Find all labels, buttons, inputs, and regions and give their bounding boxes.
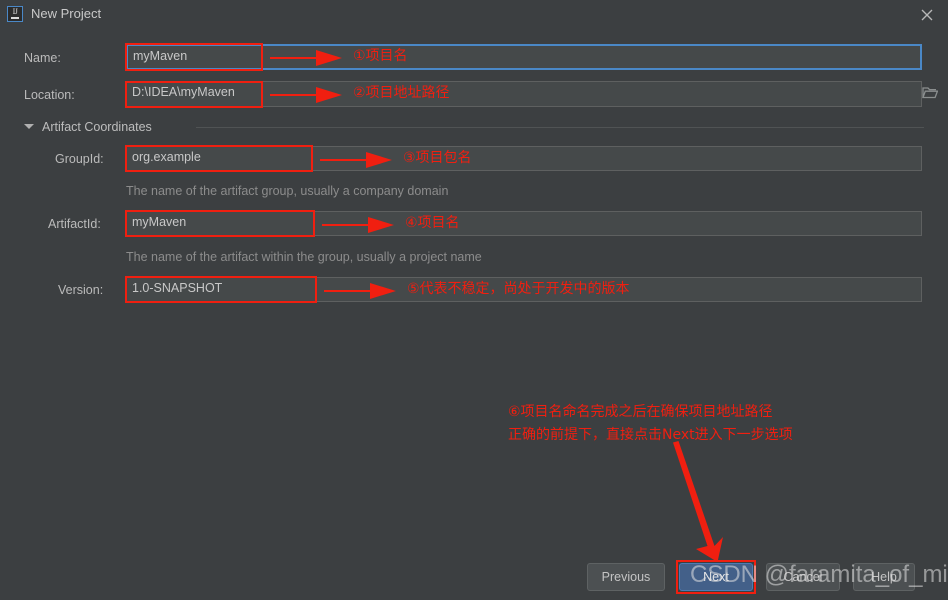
annotation-text-2: ②项目地址路径	[353, 85, 450, 101]
previous-button[interactable]: Previous	[587, 563, 665, 591]
artifact-coordinates-label: Artifact Coordinates	[42, 120, 152, 134]
window-title: New Project	[31, 6, 102, 21]
name-label: Name:	[24, 51, 61, 65]
folder-icon[interactable]	[922, 86, 939, 99]
location-label: Location:	[24, 88, 75, 102]
chevron-down-icon[interactable]	[24, 124, 34, 129]
name-input[interactable]: myMaven	[126, 44, 922, 70]
groupid-label: GroupId:	[55, 152, 104, 166]
groupid-input[interactable]: org.example	[126, 146, 922, 171]
help-button[interactable]: Help	[853, 563, 915, 591]
version-label: Version:	[58, 283, 104, 297]
annotation-text-6-line2: 正确的前提下，直接点击Next进入下一步选项	[508, 427, 793, 443]
annotation-text-5: ⑤代表不稳定，尚处于开发中的版本	[407, 281, 630, 297]
artifactid-input[interactable]: myMaven	[126, 211, 922, 236]
previous-button-label: Previous	[601, 570, 651, 584]
annotation-text-4: ④项目名	[405, 215, 460, 231]
help-button-label: Help	[871, 570, 897, 584]
annotation-text-3: ③项目包名	[403, 150, 472, 166]
annotation-arrow-6	[673, 441, 723, 562]
next-button[interactable]: Next	[679, 563, 753, 591]
app-icon-letters: IJ	[12, 7, 18, 16]
artifactid-label: ArtifactId:	[48, 217, 101, 231]
group-separator	[196, 127, 924, 128]
close-icon[interactable]	[916, 5, 938, 25]
folder-glyph	[922, 87, 939, 99]
title-bar: IJ New Project	[0, 0, 948, 28]
next-button-label: Next	[703, 570, 729, 584]
cancel-button-label: Cancel	[783, 570, 823, 584]
close-glyph	[921, 9, 933, 21]
intellij-idea-icon: IJ	[7, 6, 23, 22]
artifactid-helper-text: The name of the artifact within the grou…	[126, 250, 482, 264]
annotation-text-1: ①项目名	[353, 48, 408, 64]
location-input[interactable]: D:\IDEA\myMaven	[126, 81, 922, 107]
cancel-button[interactable]: Cancel	[766, 563, 840, 591]
groupid-helper-text: The name of the artifact group, usually …	[126, 184, 449, 198]
annotation-text-6-line1: ⑥项目名命名完成之后在确保项目地址路径	[508, 404, 773, 420]
artifact-coordinates-group[interactable]: Artifact Coordinates	[24, 119, 924, 135]
app-icon-underline	[11, 17, 19, 19]
